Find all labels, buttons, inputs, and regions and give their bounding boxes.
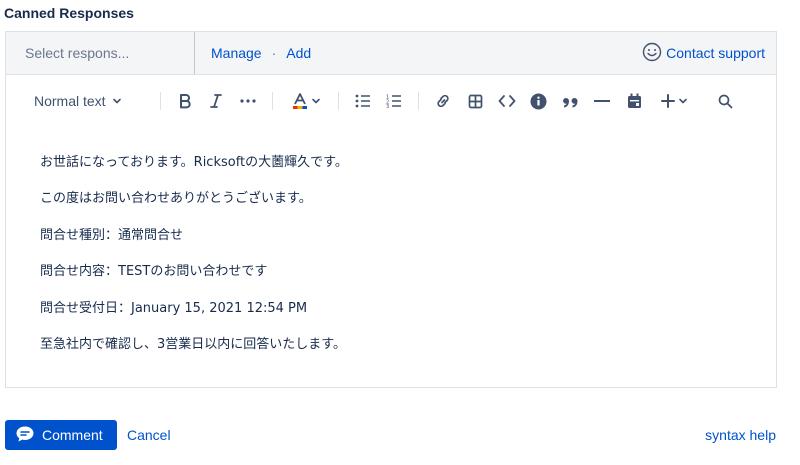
comment-button-label: Comment (42, 427, 103, 443)
chevron-down-icon (311, 96, 321, 106)
content-line: お世話になっております。Ricksoftの大薗輝久です。 (40, 155, 348, 170)
toolbar-divider (338, 92, 339, 110)
comment-icon (15, 425, 42, 446)
content-line: 問合せ受付日：January 15, 2021 12:54 PM (40, 300, 308, 316)
table-icon[interactable] (465, 90, 485, 112)
text-style-label: Normal text (34, 93, 106, 109)
insert-plus-icon (660, 94, 675, 108)
content-line: この度はお問い合わせありがとうございます。 (40, 191, 312, 207)
toolbar-divider (160, 92, 161, 110)
canned-response-select[interactable]: Select respons... (6, 31, 195, 75)
comment-button[interactable]: Comment (5, 420, 117, 450)
numbered-list-icon[interactable]: 123 (384, 90, 404, 112)
content-line: 至急社内で確認し、3営業日以内に回答いたします。 (40, 336, 346, 352)
editor-toolbar: Normal text 123 (6, 75, 776, 127)
more-formatting-icon[interactable] (238, 90, 258, 112)
bullet-list-icon[interactable] (353, 90, 373, 112)
contact-support-link[interactable]: Contact support (642, 42, 765, 65)
quote-icon[interactable] (559, 90, 581, 112)
search-icon[interactable] (715, 90, 735, 112)
text-color-icon (292, 92, 308, 110)
italic-icon[interactable] (207, 90, 225, 112)
contact-support-label: Contact support (666, 45, 765, 61)
separator-dot: · (271, 45, 277, 61)
editor-content[interactable]: お世話になっております。Ricksoftの大薗輝久です。 この度はお問い合わせあ… (40, 153, 760, 371)
link-icon[interactable] (433, 90, 453, 112)
smiley-icon (642, 42, 666, 65)
content-line: 問合せ種別：通常問合せ (40, 227, 184, 243)
section-title: Canned Responses (4, 5, 134, 21)
chevron-down-icon (112, 96, 122, 106)
insert-dropdown[interactable] (658, 90, 690, 112)
info-icon[interactable] (528, 90, 548, 112)
content-line: 問合せ内容：TESTのお問い合わせです (40, 264, 268, 280)
bold-icon[interactable] (176, 90, 194, 112)
code-icon[interactable] (496, 90, 518, 112)
manage-link[interactable]: Manage (211, 45, 262, 61)
toolbar-divider (418, 92, 419, 110)
cancel-link[interactable]: Cancel (127, 427, 171, 443)
date-icon[interactable] (624, 90, 644, 112)
chevron-down-icon (678, 96, 688, 106)
add-link[interactable]: Add (286, 45, 311, 61)
text-color-dropdown[interactable] (289, 90, 323, 112)
toolbar-divider (272, 92, 273, 110)
svg-text:3: 3 (386, 104, 389, 108)
divider-icon[interactable] (592, 90, 612, 112)
comment-editor[interactable]: Normal text 123 お世話になっております。Ricksoftの大薗輝… (5, 74, 777, 388)
canned-responses-bar: Select respons... Manage · Add Contact s… (5, 31, 777, 75)
text-style-dropdown[interactable]: Normal text (34, 90, 122, 112)
syntax-help-link[interactable]: syntax help (705, 427, 776, 443)
